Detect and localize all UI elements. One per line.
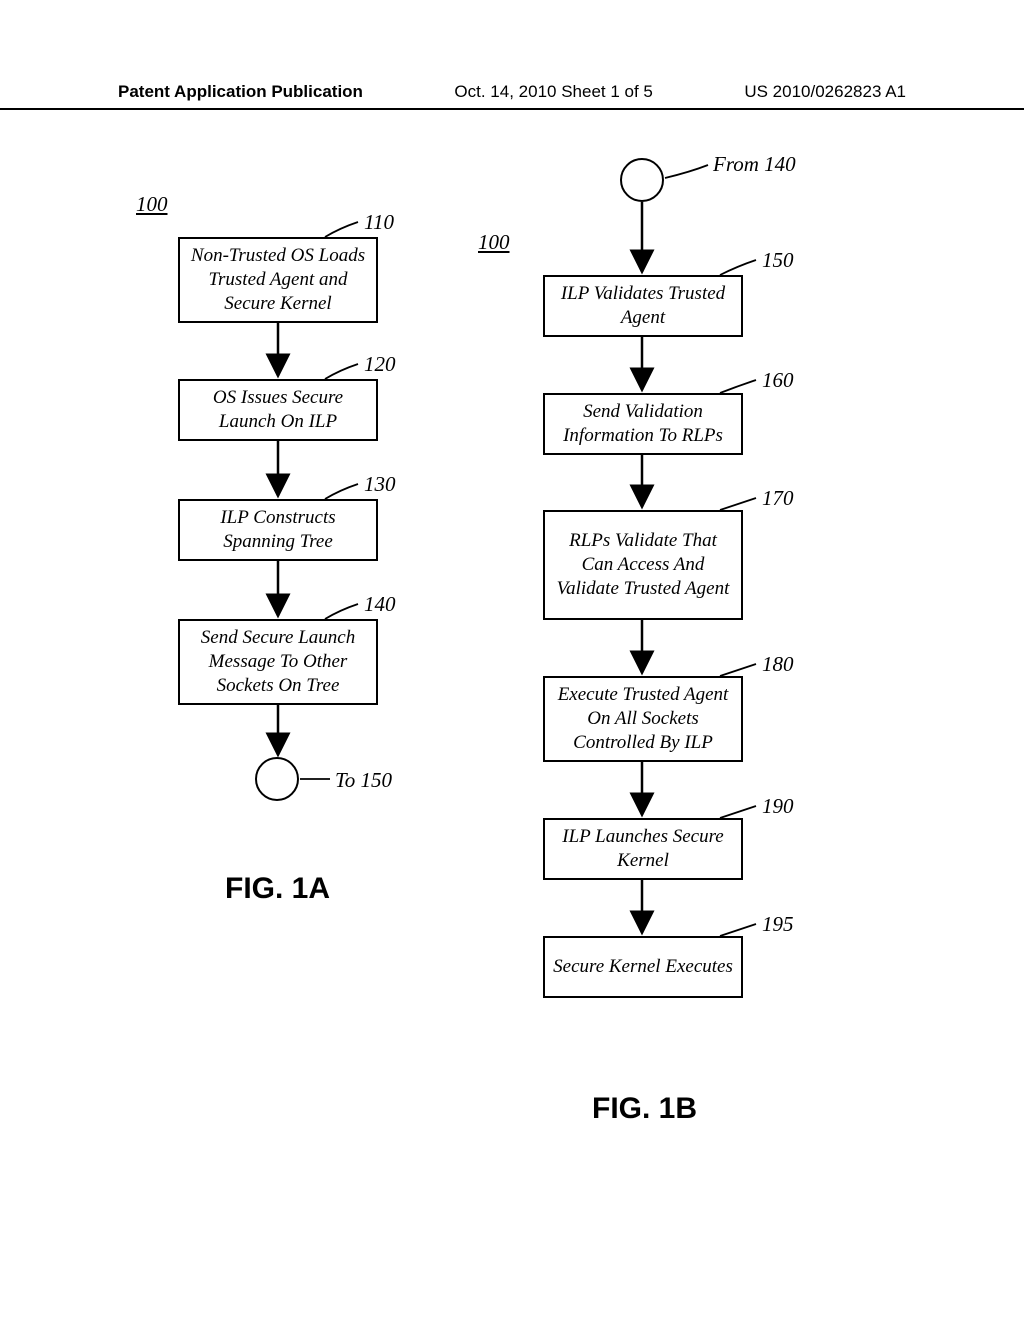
step-190-box: ILP Launches Secure Kernel	[543, 818, 743, 880]
step-170-box: RLPs Validate That Can Access And Valida…	[543, 510, 743, 620]
step-160-num: 160	[762, 368, 794, 393]
page: Patent Application Publication Oct. 14, …	[0, 0, 1024, 1320]
fig1a-connector-to-label: To 150	[335, 768, 392, 793]
step-120-text: OS Issues Secure Launch On ILP	[188, 386, 368, 434]
header-date-sheet: Oct. 14, 2010 Sheet 1 of 5	[454, 82, 652, 102]
step-160-text: Send Validation Information To RLPs	[553, 400, 733, 448]
step-110-num: 110	[364, 210, 394, 235]
step-130-box: ILP Constructs Spanning Tree	[178, 499, 378, 561]
step-140-text: Send Secure Launch Message To Other Sock…	[188, 626, 368, 697]
fig1b-caption: FIG. 1B	[592, 1092, 697, 1126]
step-195-num: 195	[762, 912, 794, 937]
fig1b-connector-circle	[620, 158, 664, 202]
fig1a-reference-100: 100	[136, 192, 168, 217]
step-150-text: ILP Validates Trusted Agent	[553, 282, 733, 330]
step-190-num: 190	[762, 794, 794, 819]
step-195-text: Secure Kernel Executes	[553, 955, 733, 979]
step-170-num: 170	[762, 486, 794, 511]
fig1a-connector-circle	[255, 757, 299, 801]
page-header: Patent Application Publication Oct. 14, …	[0, 82, 1024, 110]
step-150-num: 150	[762, 248, 794, 273]
header-patent-id: US 2010/0262823 A1	[744, 82, 906, 102]
step-140-box: Send Secure Launch Message To Other Sock…	[178, 619, 378, 705]
step-180-text: Execute Trusted Agent On All Sockets Con…	[553, 683, 733, 754]
step-110-box: Non-Trusted OS Loads Trusted Agent and S…	[178, 237, 378, 323]
step-190-text: ILP Launches Secure Kernel	[553, 825, 733, 873]
step-120-num: 120	[364, 352, 396, 377]
step-195-box: Secure Kernel Executes	[543, 936, 743, 998]
fig1b-reference-100: 100	[478, 230, 510, 255]
step-150-box: ILP Validates Trusted Agent	[543, 275, 743, 337]
fig1a-caption: FIG. 1A	[225, 872, 330, 906]
fig1b-connector-from-label: From 140	[713, 152, 796, 177]
header-publication: Patent Application Publication	[118, 82, 363, 102]
step-130-num: 130	[364, 472, 396, 497]
step-110-text: Non-Trusted OS Loads Trusted Agent and S…	[188, 244, 368, 315]
step-160-box: Send Validation Information To RLPs	[543, 393, 743, 455]
step-130-text: ILP Constructs Spanning Tree	[188, 506, 368, 554]
step-180-num: 180	[762, 652, 794, 677]
step-170-text: RLPs Validate That Can Access And Valida…	[553, 529, 733, 600]
step-140-num: 140	[364, 592, 396, 617]
step-180-box: Execute Trusted Agent On All Sockets Con…	[543, 676, 743, 762]
step-120-box: OS Issues Secure Launch On ILP	[178, 379, 378, 441]
